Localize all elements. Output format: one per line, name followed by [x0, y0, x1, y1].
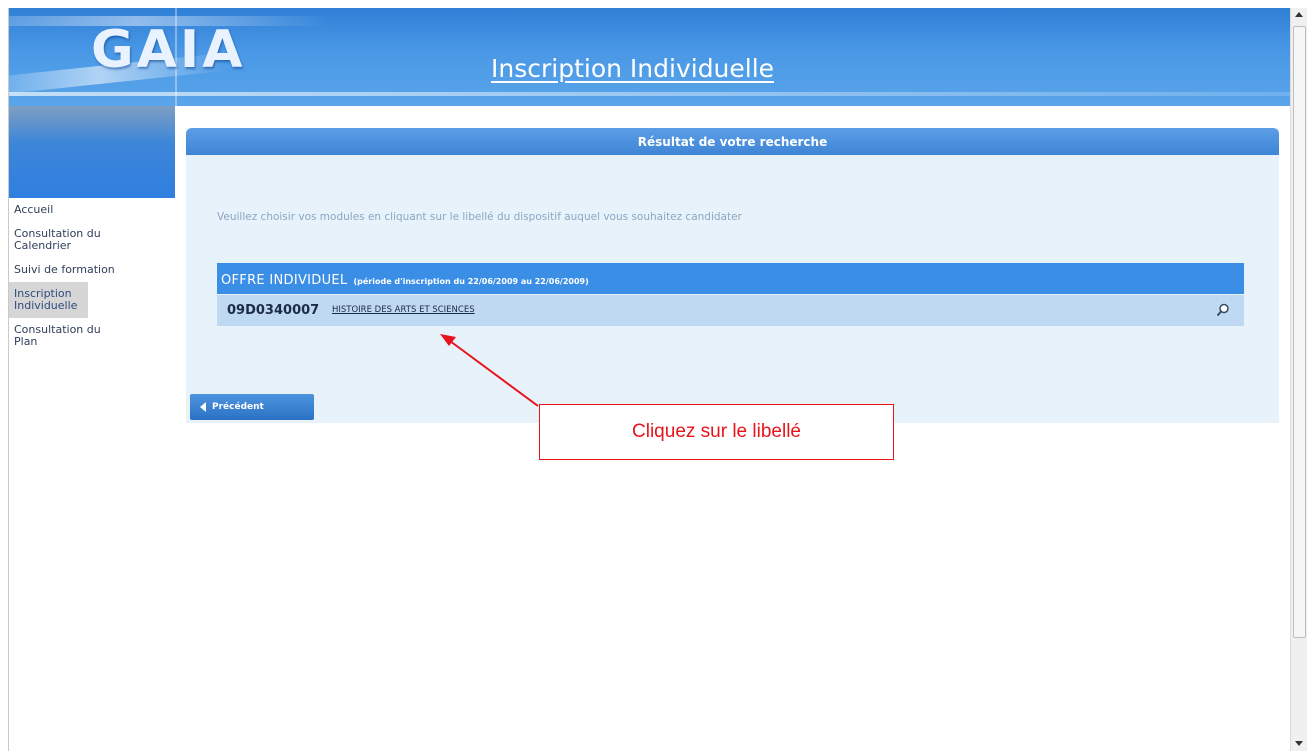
previous-button[interactable]: Précédent — [190, 394, 314, 420]
offer-header: OFFRE INDIVIDUEL (période d'inscription d… — [217, 263, 1244, 294]
header-banner: GAIA Inscription Individuelle — [9, 8, 1291, 106]
sidebar-nav: Accueil Consultation du Calendrier Suivi… — [9, 198, 175, 354]
sidebar-item-inscription-individuelle[interactable]: Inscription Individuelle — [9, 282, 88, 318]
module-row: 09D0340007 HISTOIRE DES ARTS ET SCIENCES — [217, 295, 1244, 326]
module-label-link[interactable]: HISTOIRE DES ARTS ET SCIENCES — [332, 295, 475, 326]
offer-period: (période d'inscription du 22/06/2009 au … — [353, 277, 589, 286]
arrow-left-icon — [200, 402, 206, 412]
scroll-down-icon[interactable] — [1295, 741, 1303, 746]
offer-title: OFFRE INDIVIDUEL — [221, 273, 348, 288]
module-code: 09D0340007 — [227, 303, 320, 318]
app-window: GAIA Inscription Individuelle Accueil Co… — [8, 8, 1291, 751]
scroll-up-icon[interactable] — [1295, 12, 1303, 17]
instruction-text: Veuillez choisir vos modules en cliquant… — [217, 211, 742, 223]
scroll-thumb[interactable] — [1293, 26, 1306, 638]
sidebar-item-consultation-plan[interactable]: Consultation du Plan — [9, 318, 128, 354]
sidebar-item-suivi-formation[interactable]: Suivi de formation — [9, 258, 175, 282]
gaia-logo: GAIA — [91, 20, 246, 80]
vertical-scrollbar[interactable] — [1290, 8, 1307, 751]
sidebar-item-consultation-calendrier[interactable]: Consultation du Calendrier — [9, 222, 138, 258]
page-title: Inscription Individuelle — [491, 54, 775, 83]
panel-title: Résultat de votre recherche — [186, 128, 1279, 155]
annotation-callout: Cliquez sur le libellé — [539, 404, 894, 460]
sidebar-item-accueil[interactable]: Accueil — [9, 198, 175, 222]
header-decoration — [9, 92, 1291, 96]
previous-button-label: Précédent — [212, 402, 264, 412]
nav-banner — [9, 106, 175, 198]
search-results-panel: Résultat de votre recherche Veuillez cho… — [186, 128, 1279, 423]
magnifier-icon[interactable] — [1216, 303, 1230, 317]
